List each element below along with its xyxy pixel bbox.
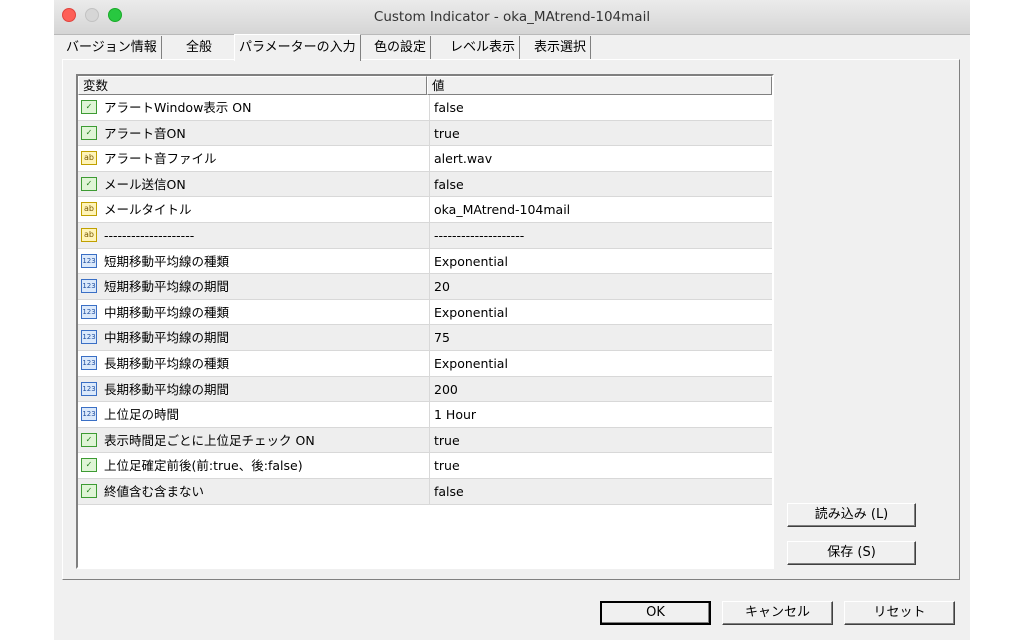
- tab-general[interactable]: 全般: [182, 36, 216, 59]
- table-row[interactable]: ✓ 上位足確定前後(前:true、後:false) true: [78, 453, 772, 479]
- boolean-icon: ✓: [81, 483, 97, 498]
- title-bar[interactable]: Custom Indicator - oka_MAtrend-104mail: [54, 0, 970, 35]
- boolean-icon: ✓: [81, 176, 97, 191]
- header-variable[interactable]: 変数: [78, 76, 427, 95]
- tab-levels[interactable]: レベル表示: [446, 36, 521, 59]
- parameter-name: 中期移動平均線の期間: [104, 330, 230, 346]
- parameter-name: アラートWindow表示 ON: [104, 100, 252, 115]
- parameter-value[interactable]: Exponential: [429, 350, 772, 376]
- integer-icon: 123: [81, 330, 97, 345]
- parameter-name: アラート音ファイル: [104, 151, 217, 167]
- parameter-name: 短期移動平均線の期間: [104, 279, 230, 295]
- parameter-value[interactable]: true: [429, 427, 772, 453]
- integer-icon: 123: [81, 304, 97, 319]
- parameter-name: メール送信ON: [104, 176, 186, 192]
- table-row[interactable]: 123 短期移動平均線の期間 20: [78, 274, 772, 300]
- indicator-dialog: Custom Indicator - oka_MAtrend-104mail バ…: [54, 0, 970, 640]
- window-title: Custom Indicator - oka_MAtrend-104mail: [373, 9, 651, 25]
- load-button[interactable]: 読み込み (L): [787, 503, 916, 527]
- table-row[interactable]: 123 長期移動平均線の種類 Exponential: [78, 350, 772, 377]
- parameter-value[interactable]: oka_MAtrend-104mail: [429, 197, 772, 223]
- tab-version-info[interactable]: バージョン情報: [62, 36, 162, 59]
- integer-icon: 123: [81, 355, 97, 370]
- parameter-value[interactable]: true: [429, 120, 772, 146]
- table-row[interactable]: ✓ 終値含む含まない false: [78, 478, 772, 505]
- parameter-name: --------------------: [104, 227, 195, 243]
- parameter-value[interactable]: Exponential: [429, 248, 772, 274]
- parameter-value[interactable]: 20: [429, 274, 772, 300]
- cancel-button[interactable]: キャンセル: [722, 601, 833, 625]
- parameter-name: アラート音ON: [104, 125, 186, 141]
- boolean-icon: ✓: [81, 458, 97, 473]
- ok-button[interactable]: OK: [600, 601, 711, 625]
- parameter-value[interactable]: false: [429, 95, 772, 120]
- table-row[interactable]: ✓ アラート音ON true: [78, 120, 772, 147]
- integer-icon: 123: [81, 407, 97, 422]
- string-icon: ab: [81, 202, 97, 217]
- parameter-value[interactable]: true: [429, 453, 772, 479]
- tab-colors[interactable]: 色の設定: [370, 36, 432, 59]
- table-row[interactable]: ✓ アラートWindow表示 ON false: [78, 95, 772, 121]
- grid-rows: ✓ アラートWindow表示 ON false ✓ アラート音ON true ab アラート音…: [78, 95, 772, 505]
- parameter-name: 表示時間足ごとに上位足チェック ON: [104, 432, 315, 448]
- parameter-value[interactable]: Exponential: [429, 299, 772, 325]
- string-icon: ab: [81, 151, 97, 166]
- parameter-value[interactable]: 1 Hour: [429, 402, 772, 428]
- integer-icon: 123: [81, 381, 97, 396]
- header-value[interactable]: 値: [427, 76, 772, 95]
- parameter-name: 上位足の時間: [104, 407, 180, 423]
- table-row[interactable]: ✓ 表示時間足ごとに上位足チェック ON true: [78, 427, 772, 454]
- parameter-value[interactable]: 75: [429, 325, 772, 351]
- table-row[interactable]: 123 中期移動平均線の種類 Exponential: [78, 299, 772, 326]
- parameter-name: メールタイトル: [104, 202, 192, 218]
- save-button[interactable]: 保存 (S): [787, 541, 916, 565]
- table-row[interactable]: ab メールタイトル oka_MAtrend-104mail: [78, 197, 772, 223]
- parameter-value[interactable]: --------------------: [429, 222, 772, 248]
- boolean-icon: ✓: [81, 125, 97, 140]
- boolean-icon: ✓: [81, 432, 97, 447]
- table-row[interactable]: 123 短期移動平均線の種類 Exponential: [78, 248, 772, 275]
- table-row[interactable]: ✓ メール送信ON false: [78, 171, 772, 198]
- tab-parameters[interactable]: パラメーターの入力: [234, 34, 361, 61]
- parameters-grid: 変数 値 ✓ アラートWindow表示 ON false ✓ アラート音ON true ab…: [76, 74, 774, 569]
- string-icon: ab: [81, 227, 97, 242]
- table-row[interactable]: ab アラート音ファイル alert.wav: [78, 146, 772, 172]
- parameter-name: 長期移動平均線の期間: [104, 381, 230, 397]
- integer-icon: 123: [81, 279, 97, 294]
- parameter-name: 終値含む含まない: [104, 483, 205, 499]
- parameter-value[interactable]: 200: [429, 376, 772, 402]
- boolean-icon: ✓: [81, 100, 97, 114]
- table-row[interactable]: 123 長期移動平均線の期間 200: [78, 376, 772, 403]
- parameter-name: 上位足確定前後(前:true、後:false): [104, 458, 303, 474]
- parameter-value[interactable]: false: [429, 478, 772, 504]
- parameter-value[interactable]: false: [429, 171, 772, 197]
- parameter-value[interactable]: alert.wav: [429, 146, 772, 172]
- tab-visualization[interactable]: 表示選択: [530, 36, 592, 59]
- table-row[interactable]: 123 上位足の時間 1 Hour: [78, 402, 772, 428]
- parameter-name: 長期移動平均線の種類: [104, 355, 230, 371]
- parameter-name: 中期移動平均線の種類: [104, 304, 230, 320]
- parameter-name: 短期移動平均線の種類: [104, 253, 230, 269]
- grid-header: 変数 値: [78, 76, 772, 95]
- table-row[interactable]: ab -------------------- ------------------…: [78, 222, 772, 249]
- table-row[interactable]: 123 中期移動平均線の期間 75: [78, 325, 772, 351]
- reset-button[interactable]: リセット: [844, 601, 955, 625]
- integer-icon: 123: [81, 253, 97, 268]
